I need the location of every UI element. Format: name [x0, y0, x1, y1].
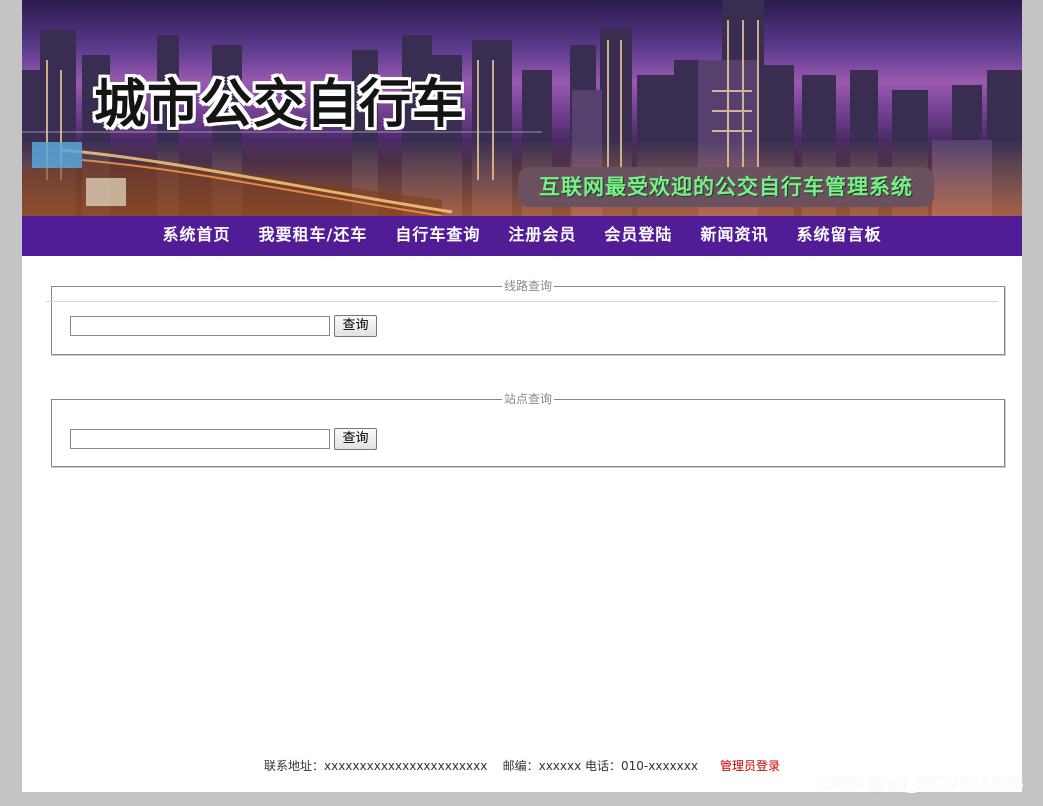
station-search-fieldset: 站点查询 查询 [51, 392, 1005, 467]
header-banner: 城市公交自行车 互联网最受欢迎的公交自行车管理系统 [22, 0, 1022, 216]
watermark: CSDN @qq_3072911638 [815, 774, 1025, 794]
site-title: 城市公交自行车 [94, 75, 466, 135]
nav-item-news[interactable]: 新闻资讯 [686, 216, 782, 254]
route-search-button[interactable]: 查询 [334, 315, 377, 337]
footer-contact-info: 联系地址：xxxxxxxxxxxxxxxxxxxxxxx 邮编：xxxxxx 电… [264, 759, 698, 773]
station-search-legend-wrap: 站点查询 [52, 392, 1004, 406]
nav-item-register[interactable]: 注册会员 [494, 216, 590, 254]
station-search-legend: 站点查询 [501, 392, 554, 406]
main-nav: 系统首页 我要租车/还车 自行车查询 注册会员 会员登陆 新闻资讯 系统留言板 [22, 216, 1022, 256]
nav-item-home[interactable]: 系统首页 [149, 216, 245, 254]
station-search-button[interactable]: 查询 [334, 428, 377, 450]
nav-item-bike-search[interactable]: 自行车查询 [381, 216, 494, 254]
route-search-fieldset: 线路查询 查询 [46, 279, 1005, 355]
nav-item-message-board[interactable]: 系统留言板 [782, 216, 895, 254]
site-slogan: 互联网最受欢迎的公交自行车管理系统 [518, 167, 934, 207]
nav-item-rent-return[interactable]: 我要租车/还车 [245, 216, 382, 254]
footer: 联系地址：xxxxxxxxxxxxxxxxxxxxxxx 邮编：xxxxxx 电… [22, 757, 1022, 774]
route-search-input[interactable] [70, 316, 330, 336]
route-search-legend-wrap: 线路查询 [52, 279, 1004, 293]
page-container: 城市公交自行车 互联网最受欢迎的公交自行车管理系统 系统首页 我要租车/还车 自… [22, 0, 1022, 792]
divider [46, 301, 998, 302]
admin-login-link[interactable]: 管理员登录 [720, 759, 780, 773]
nav-item-login[interactable]: 会员登陆 [590, 216, 686, 254]
route-search-legend: 线路查询 [501, 279, 554, 293]
station-search-input[interactable] [70, 429, 330, 449]
